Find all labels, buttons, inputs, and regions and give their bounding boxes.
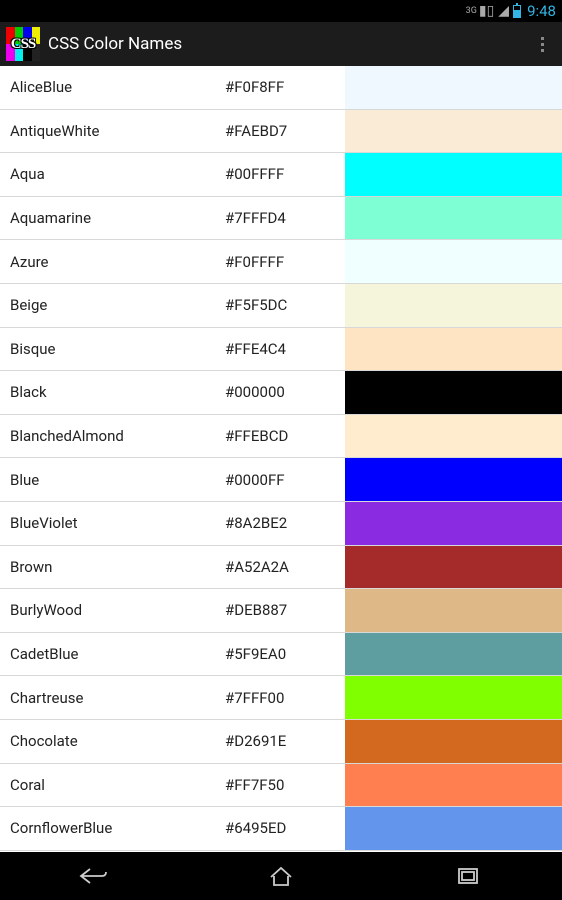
- color-swatch: [345, 415, 562, 458]
- color-hex: #FFE4C4: [225, 328, 345, 371]
- action-bar: CSS CSS Color Names: [0, 22, 562, 66]
- color-hex: #FF7F50: [225, 764, 345, 807]
- color-name: Aqua: [0, 153, 225, 196]
- color-row[interactable]: BurlyWood#DEB887: [0, 589, 562, 633]
- color-name: Azure: [0, 240, 225, 283]
- color-swatch: [345, 720, 562, 763]
- color-name: CadetBlue: [0, 633, 225, 676]
- color-swatch: [345, 807, 562, 850]
- color-name: Brown: [0, 546, 225, 589]
- status-bar: 3G ▮▯ ◢ 9:48: [0, 0, 562, 22]
- color-swatch: [345, 153, 562, 196]
- color-name: CornflowerBlue: [0, 807, 225, 850]
- network-indicator: 3G: [466, 7, 477, 16]
- color-row[interactable]: Bisque#FFE4C4: [0, 328, 562, 372]
- battery-icon: [513, 5, 521, 18]
- color-row[interactable]: Aquamarine#7FFFD4: [0, 197, 562, 241]
- color-swatch: [345, 502, 562, 545]
- clock: 9:48: [527, 2, 556, 20]
- color-swatch: [345, 240, 562, 283]
- color-swatch: [345, 676, 562, 719]
- color-row[interactable]: BlueViolet#8A2BE2: [0, 502, 562, 546]
- color-swatch: [345, 328, 562, 371]
- color-hex: #DEB887: [225, 589, 345, 632]
- color-row[interactable]: AntiqueWhite#FAEBD7: [0, 110, 562, 154]
- back-button[interactable]: [59, 861, 129, 891]
- color-hex: #000000: [225, 371, 345, 414]
- color-row[interactable]: Brown#A52A2A: [0, 546, 562, 590]
- color-name: AntiqueWhite: [0, 110, 225, 153]
- color-name: BlueViolet: [0, 502, 225, 545]
- color-row[interactable]: CadetBlue#5F9EA0: [0, 633, 562, 677]
- color-swatch: [345, 546, 562, 589]
- color-row[interactable]: Black#000000: [0, 371, 562, 415]
- color-hex: #00FFFF: [225, 153, 345, 196]
- color-hex: #6495ED: [225, 807, 345, 850]
- color-hex: #F0F8FF: [225, 66, 345, 109]
- color-swatch: [345, 66, 562, 109]
- signal-icon: ▮▯: [479, 3, 494, 19]
- color-swatch: [345, 764, 562, 807]
- color-row[interactable]: Chocolate#D2691E: [0, 720, 562, 764]
- navigation-bar: [0, 852, 562, 900]
- color-swatch: [345, 284, 562, 327]
- color-hex: #5F9EA0: [225, 633, 345, 676]
- color-swatch: [345, 197, 562, 240]
- overflow-menu-icon[interactable]: [528, 37, 556, 52]
- color-swatch: [345, 110, 562, 153]
- color-hex: #8A2BE2: [225, 502, 345, 545]
- color-hex: #F0FFFF: [225, 240, 345, 283]
- color-hex: #A52A2A: [225, 546, 345, 589]
- color-row[interactable]: BlanchedAlmond#FFEBCD: [0, 415, 562, 459]
- color-row[interactable]: AliceBlue#F0F8FF: [0, 66, 562, 110]
- color-swatch: [345, 589, 562, 632]
- color-name: Aquamarine: [0, 197, 225, 240]
- color-row[interactable]: Chartreuse#7FFF00: [0, 676, 562, 720]
- cell-signal-icon: ◢: [498, 3, 509, 19]
- color-name: Bisque: [0, 328, 225, 371]
- app-title: CSS Color Names: [48, 34, 520, 54]
- color-list[interactable]: AliceBlue#F0F8FFAntiqueWhite#FAEBD7Aqua#…: [0, 66, 562, 852]
- color-row[interactable]: Blue#0000FF: [0, 458, 562, 502]
- color-row[interactable]: CornflowerBlue#6495ED: [0, 807, 562, 851]
- color-name: Chartreuse: [0, 676, 225, 719]
- color-swatch: [345, 371, 562, 414]
- color-name: Coral: [0, 764, 225, 807]
- color-name: Black: [0, 371, 225, 414]
- recent-apps-button[interactable]: [433, 861, 503, 891]
- color-hex: #0000FF: [225, 458, 345, 501]
- color-name: Beige: [0, 284, 225, 327]
- color-row[interactable]: Beige#F5F5DC: [0, 284, 562, 328]
- color-name: BurlyWood: [0, 589, 225, 632]
- color-hex: #7FFF00: [225, 676, 345, 719]
- color-name: Blue: [0, 458, 225, 501]
- app-icon: CSS: [6, 27, 40, 61]
- color-hex: #FAEBD7: [225, 110, 345, 153]
- color-hex: #7FFFD4: [225, 197, 345, 240]
- color-name: AliceBlue: [0, 66, 225, 109]
- color-hex: #F5F5DC: [225, 284, 345, 327]
- color-row[interactable]: Aqua#00FFFF: [0, 153, 562, 197]
- color-name: BlanchedAlmond: [0, 415, 225, 458]
- color-name: Chocolate: [0, 720, 225, 763]
- color-row[interactable]: Azure#F0FFFF: [0, 240, 562, 284]
- home-button[interactable]: [246, 861, 316, 891]
- color-swatch: [345, 633, 562, 676]
- color-swatch: [345, 458, 562, 501]
- color-hex: #FFEBCD: [225, 415, 345, 458]
- color-hex: #D2691E: [225, 720, 345, 763]
- color-row[interactable]: Coral#FF7F50: [0, 764, 562, 808]
